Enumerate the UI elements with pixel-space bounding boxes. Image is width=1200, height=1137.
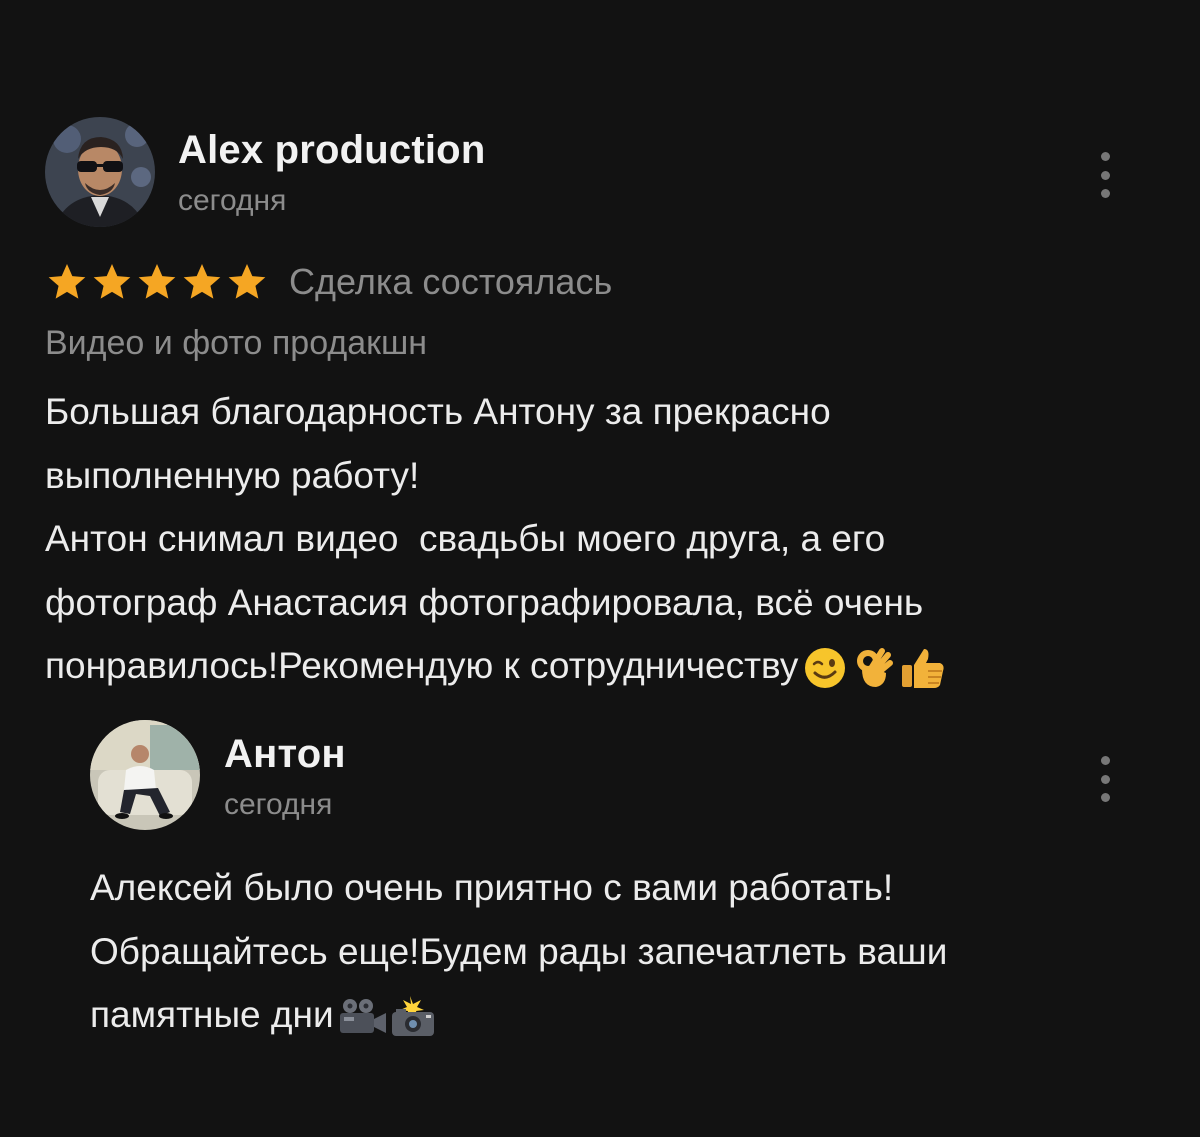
review-text-line: Антон снимал видео свадьбы моего друга, … bbox=[45, 518, 886, 559]
author-photo bbox=[45, 117, 155, 227]
star-icon bbox=[138, 264, 176, 299]
review-text-line-with-emoji: понравилось!Рекомендую к сотрудничеству bbox=[45, 634, 1155, 698]
review-date: сегодня bbox=[178, 184, 287, 217]
more-options-button[interactable] bbox=[1095, 756, 1115, 802]
reply-text-line: Обращайтесь еще!Будем рады запечатлеть в… bbox=[90, 930, 948, 972]
reply-text-line: Алексей было очень приятно с вами работа… bbox=[90, 867, 894, 908]
review-text-line: Большая благодарность Антону за прекрасн… bbox=[45, 391, 831, 432]
more-dot bbox=[1100, 170, 1110, 180]
reply-date: сегодня bbox=[224, 788, 333, 821]
avatar[interactable] bbox=[45, 117, 155, 227]
more-options-button[interactable] bbox=[1095, 152, 1115, 198]
review-text-line: фотограф Анастасия фотографировала, всё … bbox=[45, 581, 924, 623]
review-text: Большая благодарность Антону за прекрасн… bbox=[45, 380, 1155, 698]
winking-face-emoji bbox=[802, 645, 848, 691]
star-icon bbox=[183, 264, 221, 299]
author-photo bbox=[90, 720, 200, 830]
author-name[interactable]: Alex production bbox=[178, 128, 485, 173]
author-name[interactable]: Антон bbox=[224, 732, 346, 777]
ok-hand-emoji bbox=[852, 645, 894, 691]
review-text-line: понравилось!Рекомендую к сотрудничеству bbox=[45, 645, 799, 686]
service-category: Видео и фото продакшн bbox=[45, 324, 428, 362]
star-icon bbox=[228, 264, 266, 299]
more-dot bbox=[1100, 189, 1110, 198]
deal-status: Сделка состоялась bbox=[289, 261, 613, 302]
more-dots-icon bbox=[1100, 756, 1110, 765]
rating-row: Сделка состоялась bbox=[45, 258, 612, 306]
avatar[interactable] bbox=[90, 720, 200, 830]
reply-text: Алексей было очень приятно с вами работа… bbox=[90, 856, 1150, 1047]
reply-text-line: памятные дни bbox=[90, 994, 334, 1035]
camera-with-flash-emoji bbox=[388, 996, 438, 1038]
more-dot bbox=[1100, 774, 1110, 784]
reply-text-line-with-emoji: памятные дни bbox=[90, 983, 1150, 1047]
more-dots-icon bbox=[1100, 152, 1110, 161]
more-dot bbox=[1100, 793, 1110, 802]
star-icon bbox=[93, 264, 131, 299]
thumbs-up-emoji bbox=[898, 645, 948, 691]
movie-camera-emoji bbox=[336, 997, 388, 1037]
star-rating bbox=[45, 260, 269, 304]
review-text-line: выполненную работу! bbox=[45, 454, 420, 496]
star-icon bbox=[48, 264, 86, 299]
